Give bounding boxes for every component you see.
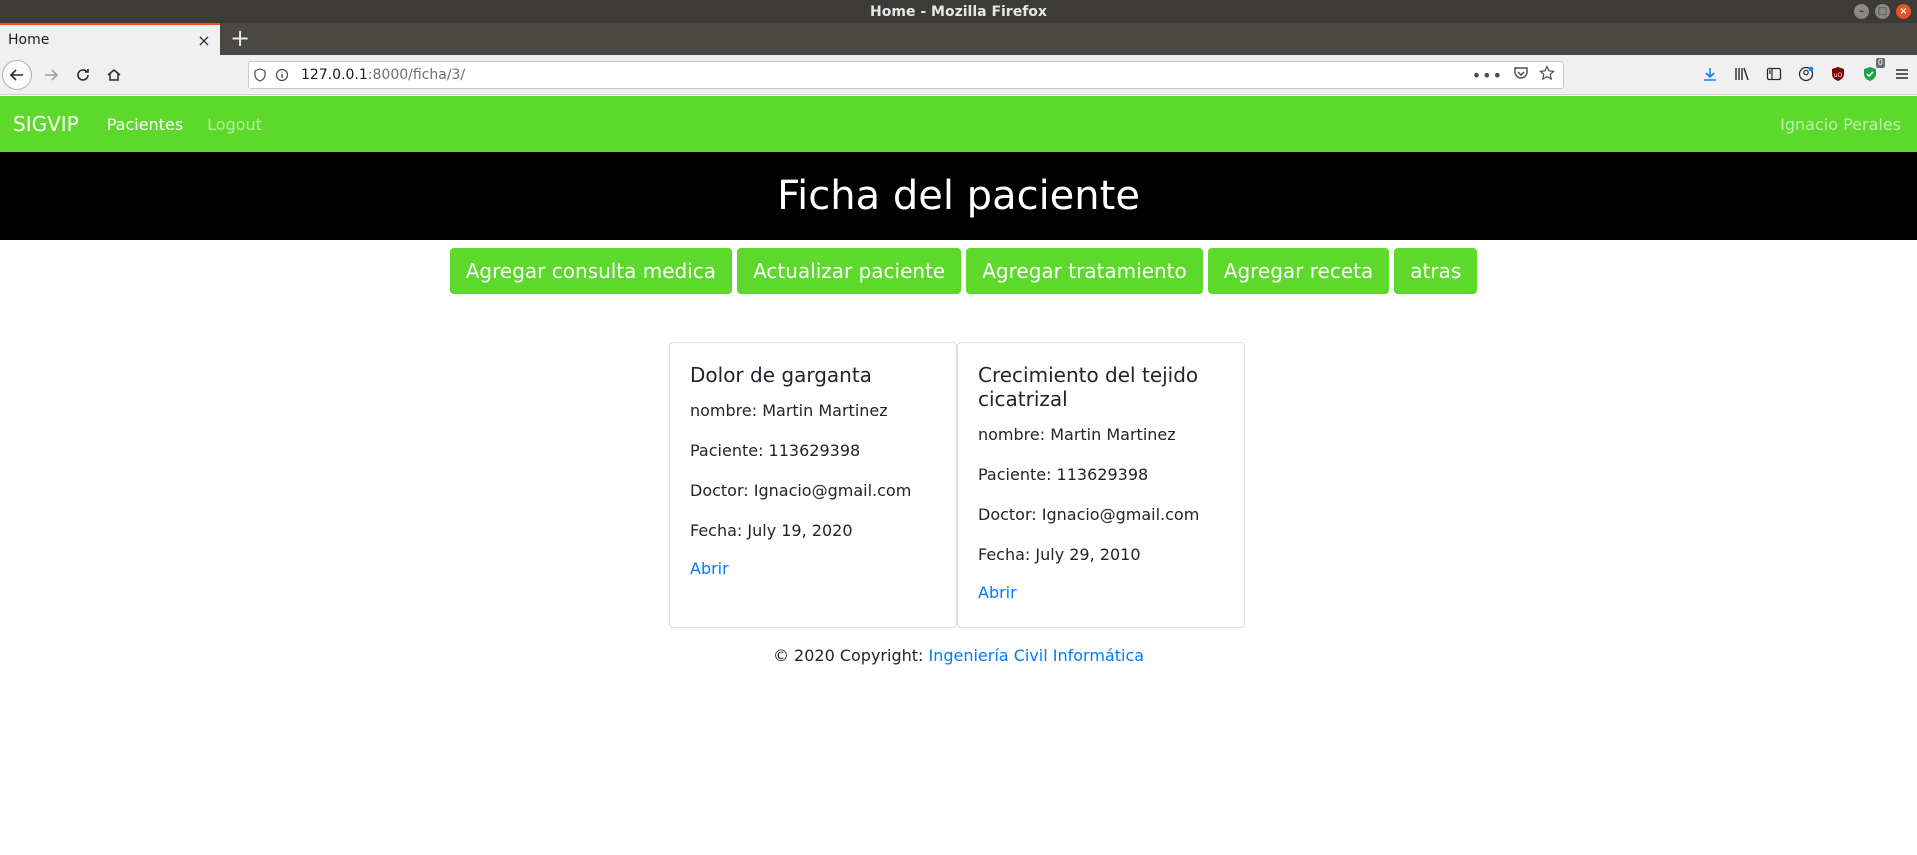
nav-pacientes[interactable]: Pacientes bbox=[107, 115, 183, 134]
window-controls: – □ × bbox=[1854, 4, 1911, 19]
footer-link[interactable]: Ingeniería Civil Informática bbox=[928, 646, 1144, 665]
site-navbar: SIGVIP Pacientes Logout Ignacio Perales bbox=[0, 96, 1917, 152]
copyright-text: © 2020 Copyright: bbox=[772, 646, 929, 665]
tab-strip: Home × + bbox=[0, 23, 1917, 55]
tab-close-icon[interactable]: × bbox=[196, 31, 212, 50]
card-fecha: Fecha: July 29, 2010 bbox=[978, 545, 1141, 564]
add-prescription-button[interactable]: Agregar receta bbox=[1207, 248, 1390, 294]
sidebar-icon[interactable] bbox=[1763, 63, 1785, 85]
bookmark-star-icon[interactable] bbox=[1539, 65, 1555, 85]
window-titlebar: Home - Mozilla Firefox – □ × bbox=[0, 0, 1917, 23]
download-icon[interactable] bbox=[1699, 63, 1721, 85]
forward-icon[interactable] bbox=[36, 60, 66, 90]
back-button[interactable]: atras bbox=[1394, 248, 1478, 294]
reload-icon[interactable] bbox=[68, 60, 98, 90]
maximize-icon[interactable]: □ bbox=[1875, 4, 1890, 19]
card-doctor: Doctor: Ignacio@gmail.com bbox=[690, 481, 912, 500]
toolbar-right: uO 0 bbox=[1699, 58, 1913, 85]
shield-icon[interactable] bbox=[249, 64, 271, 86]
consultation-cards: Dolor de garganta nombre: Martin Martine… bbox=[669, 342, 1245, 628]
tab-title: Home bbox=[8, 32, 50, 48]
consultation-card: Dolor de garganta nombre: Martin Martine… bbox=[669, 342, 957, 628]
url-bar[interactable]: 127.0.0.1:8000/ficha/3/ ••• bbox=[248, 61, 1564, 89]
footer: © 2020 Copyright: Ingeniería Civil Infor… bbox=[0, 646, 1917, 665]
browser-toolbar: 127.0.0.1:8000/ficha/3/ ••• uO 0 bbox=[0, 55, 1917, 95]
card-nombre: nombre: Martin Martinez bbox=[690, 401, 888, 420]
library-icon[interactable] bbox=[1731, 63, 1753, 85]
nav-user[interactable]: Ignacio Perales bbox=[1780, 115, 1901, 134]
action-buttons: Agregar consulta medica Actualizar pacie… bbox=[0, 248, 1917, 294]
card-fecha: Fecha: July 19, 2020 bbox=[690, 521, 853, 540]
card-nombre: nombre: Martin Martinez bbox=[978, 425, 1176, 444]
card-paciente: Paciente: 113629398 bbox=[978, 465, 1149, 484]
window-title: Home - Mozilla Firefox bbox=[870, 3, 1047, 20]
card-paciente: Paciente: 113629398 bbox=[690, 441, 861, 460]
card-title: Crecimiento del tejido cicatrizal bbox=[978, 363, 1199, 411]
menu-icon[interactable] bbox=[1891, 63, 1913, 85]
page-title: Ficha del paciente bbox=[777, 173, 1140, 219]
back-icon[interactable] bbox=[2, 60, 32, 90]
page-title-banner: Ficha del paciente bbox=[0, 152, 1917, 240]
badge-count: 0 bbox=[1875, 58, 1885, 68]
info-icon[interactable] bbox=[271, 64, 293, 86]
close-window-icon[interactable]: × bbox=[1896, 4, 1911, 19]
browser-tab[interactable]: Home × bbox=[0, 23, 220, 55]
add-treatment-button[interactable]: Agregar tratamiento bbox=[966, 248, 1203, 294]
open-link[interactable]: Abrir bbox=[690, 559, 729, 578]
card-doctor: Doctor: Ignacio@gmail.com bbox=[978, 505, 1200, 524]
add-consultation-button[interactable]: Agregar consulta medica bbox=[449, 248, 733, 294]
nav-logout[interactable]: Logout bbox=[207, 115, 262, 134]
pocket-icon[interactable] bbox=[1513, 65, 1529, 85]
svg-text:uO: uO bbox=[1834, 72, 1843, 79]
open-link[interactable]: Abrir bbox=[978, 583, 1017, 602]
new-tab-icon[interactable]: + bbox=[226, 25, 254, 53]
ublock-icon[interactable]: uO bbox=[1827, 63, 1849, 85]
card-title: Dolor de garganta bbox=[690, 363, 872, 387]
account-icon[interactable] bbox=[1795, 63, 1817, 85]
privacy-badger-icon[interactable]: 0 bbox=[1859, 58, 1885, 85]
consultation-card: Crecimiento del tejido cicatrizal nombre… bbox=[957, 342, 1245, 628]
url-text[interactable]: 127.0.0.1:8000/ficha/3/ bbox=[301, 67, 1472, 83]
update-patient-button[interactable]: Actualizar paciente bbox=[737, 248, 962, 294]
brand-logo[interactable]: SIGVIP bbox=[13, 112, 79, 136]
home-icon[interactable] bbox=[99, 60, 129, 90]
minimize-icon[interactable]: – bbox=[1854, 4, 1869, 19]
page-content: SIGVIP Pacientes Logout Ignacio Perales … bbox=[0, 96, 1917, 855]
page-actions-icon[interactable]: ••• bbox=[1472, 66, 1503, 85]
